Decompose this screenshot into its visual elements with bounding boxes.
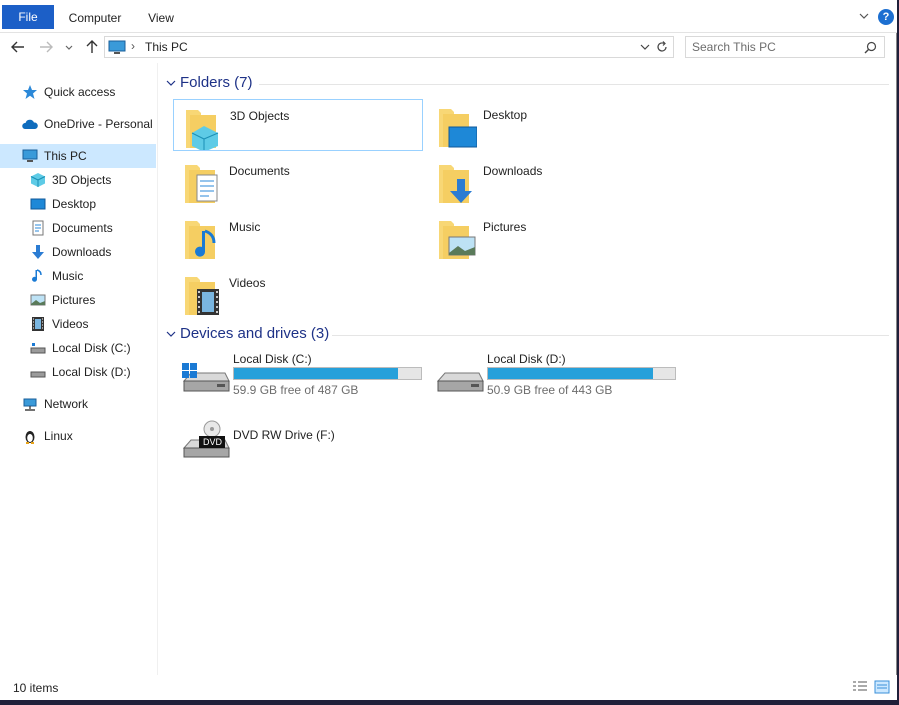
linux-penguin-icon	[25, 431, 35, 444]
tab-file[interactable]: File	[2, 5, 54, 29]
dvd-badge: DVD	[203, 437, 223, 447]
item-count: 10 items	[13, 681, 59, 695]
folder-pictures-icon	[439, 221, 476, 259]
sidebar-item-desktop[interactable]: Desktop	[0, 192, 156, 216]
status-bar: 10 items	[0, 675, 897, 700]
refresh-icon[interactable]	[655, 40, 669, 54]
sidebar-item-linux[interactable]: Linux	[0, 424, 156, 448]
capacity-fill	[488, 368, 654, 379]
capacity-bar	[233, 367, 422, 380]
collapse-chevron-icon[interactable]	[165, 77, 177, 89]
folder-music-icon	[185, 221, 216, 259]
folder-desktop-icon	[439, 109, 477, 148]
tab-computer[interactable]: Computer	[60, 6, 130, 30]
sidebar-item-quick-access[interactable]: Quick access	[0, 80, 156, 104]
system-drive-icon	[182, 363, 230, 392]
computer-icon	[108, 40, 126, 54]
folder-tile-3d-objects[interactable]: 3D Objects	[173, 99, 423, 151]
free-space-text: 59.9 GB free of 487 GB	[233, 383, 359, 397]
breadcrumb-this-pc[interactable]: This PC	[145, 40, 188, 54]
forward-arrow-icon[interactable]	[36, 37, 56, 57]
navigation-bar: › This PC	[0, 33, 897, 63]
details-view-icon[interactable]	[852, 680, 868, 694]
ribbon: File Computer View ?	[0, 0, 897, 33]
desktop-icon	[30, 198, 46, 210]
folder-tile-desktop[interactable]: Desktop	[427, 99, 677, 151]
expand-ribbon-chevron-icon[interactable]	[857, 9, 871, 23]
capacity-fill	[234, 368, 398, 379]
folder-documents-icon	[185, 165, 218, 203]
music-icon	[32, 269, 42, 282]
folder-3d-objects-icon	[186, 110, 219, 150]
sidebar-item-videos[interactable]: Videos	[0, 312, 156, 336]
drive-icon	[436, 372, 484, 392]
sidebar-item-documents[interactable]: Documents	[0, 216, 156, 240]
cloud-icon	[22, 119, 38, 129]
sidebar-item-downloads[interactable]: Downloads	[0, 240, 156, 264]
search-box[interactable]	[685, 36, 885, 58]
picture-icon	[30, 294, 46, 306]
folder-downloads-icon	[439, 165, 472, 203]
search-icon[interactable]	[864, 41, 877, 54]
sidebar-item-pictures[interactable]: Pictures	[0, 288, 156, 312]
group-divider	[332, 335, 889, 336]
taskbar-edge	[0, 700, 899, 705]
drive-tile-local-disk-d[interactable]: Local Disk (D:) 50.9 GB free of 443 GB	[431, 351, 681, 403]
cube-icon	[30, 173, 46, 187]
sidebar-item-3d-objects[interactable]: 3D Objects	[0, 168, 156, 192]
sidebar-item-local-disk-d[interactable]: Local Disk (D:)	[0, 360, 156, 384]
search-input[interactable]	[692, 40, 862, 54]
folder-tile-documents[interactable]: Documents	[173, 155, 423, 207]
drive-tile-dvd-rw-f[interactable]: DVD DVD RW Drive (F:)	[177, 414, 427, 466]
folder-videos-icon	[185, 277, 219, 315]
folder-tile-videos[interactable]: Videos	[173, 267, 423, 319]
network-icon	[23, 398, 37, 411]
video-icon	[32, 317, 44, 331]
capacity-bar	[487, 367, 676, 380]
file-explorer-window: File Computer View ? › This PC Quick acc…	[0, 0, 897, 700]
sidebar-item-network[interactable]: Network	[0, 392, 156, 416]
up-arrow-icon[interactable]	[82, 37, 102, 57]
star-icon	[23, 85, 37, 99]
sidebar-item-this-pc[interactable]: This PC	[0, 144, 156, 168]
sidebar-item-local-disk-c[interactable]: Local Disk (C:)	[0, 336, 156, 360]
folder-tile-music[interactable]: Music	[173, 211, 423, 263]
free-space-text: 50.9 GB free of 443 GB	[487, 383, 613, 397]
help-icon[interactable]: ?	[878, 9, 894, 25]
collapse-chevron-icon[interactable]	[165, 328, 177, 340]
sidebar-item-music[interactable]: Music	[0, 264, 156, 288]
group-divider	[259, 84, 889, 85]
recent-locations-chevron-icon[interactable]	[62, 37, 76, 57]
drive-tile-local-disk-c[interactable]: Local Disk (C:) 59.9 GB free of 487 GB	[177, 351, 427, 403]
computer-icon	[22, 149, 38, 162]
document-icon	[32, 220, 44, 236]
download-icon	[32, 245, 44, 259]
drive-icon	[30, 371, 46, 378]
breadcrumb-separator: ›	[131, 39, 135, 53]
folder-tile-downloads[interactable]: Downloads	[427, 155, 677, 207]
folder-tile-pictures[interactable]: Pictures	[427, 211, 677, 263]
content-pane: Folders (7) 3D Objects Desktop Documents…	[159, 63, 897, 675]
large-icons-view-icon[interactable]	[874, 680, 890, 694]
navigation-pane: Quick access OneDrive - Personal This PC…	[0, 63, 158, 675]
address-dropdown-chevron-icon[interactable]	[639, 41, 651, 53]
tab-view[interactable]: View	[138, 6, 184, 30]
sidebar-item-onedrive[interactable]: OneDrive - Personal	[0, 112, 156, 136]
drive-icon	[30, 343, 46, 354]
back-arrow-icon[interactable]	[8, 37, 28, 57]
address-bar[interactable]: › This PC	[104, 36, 674, 58]
